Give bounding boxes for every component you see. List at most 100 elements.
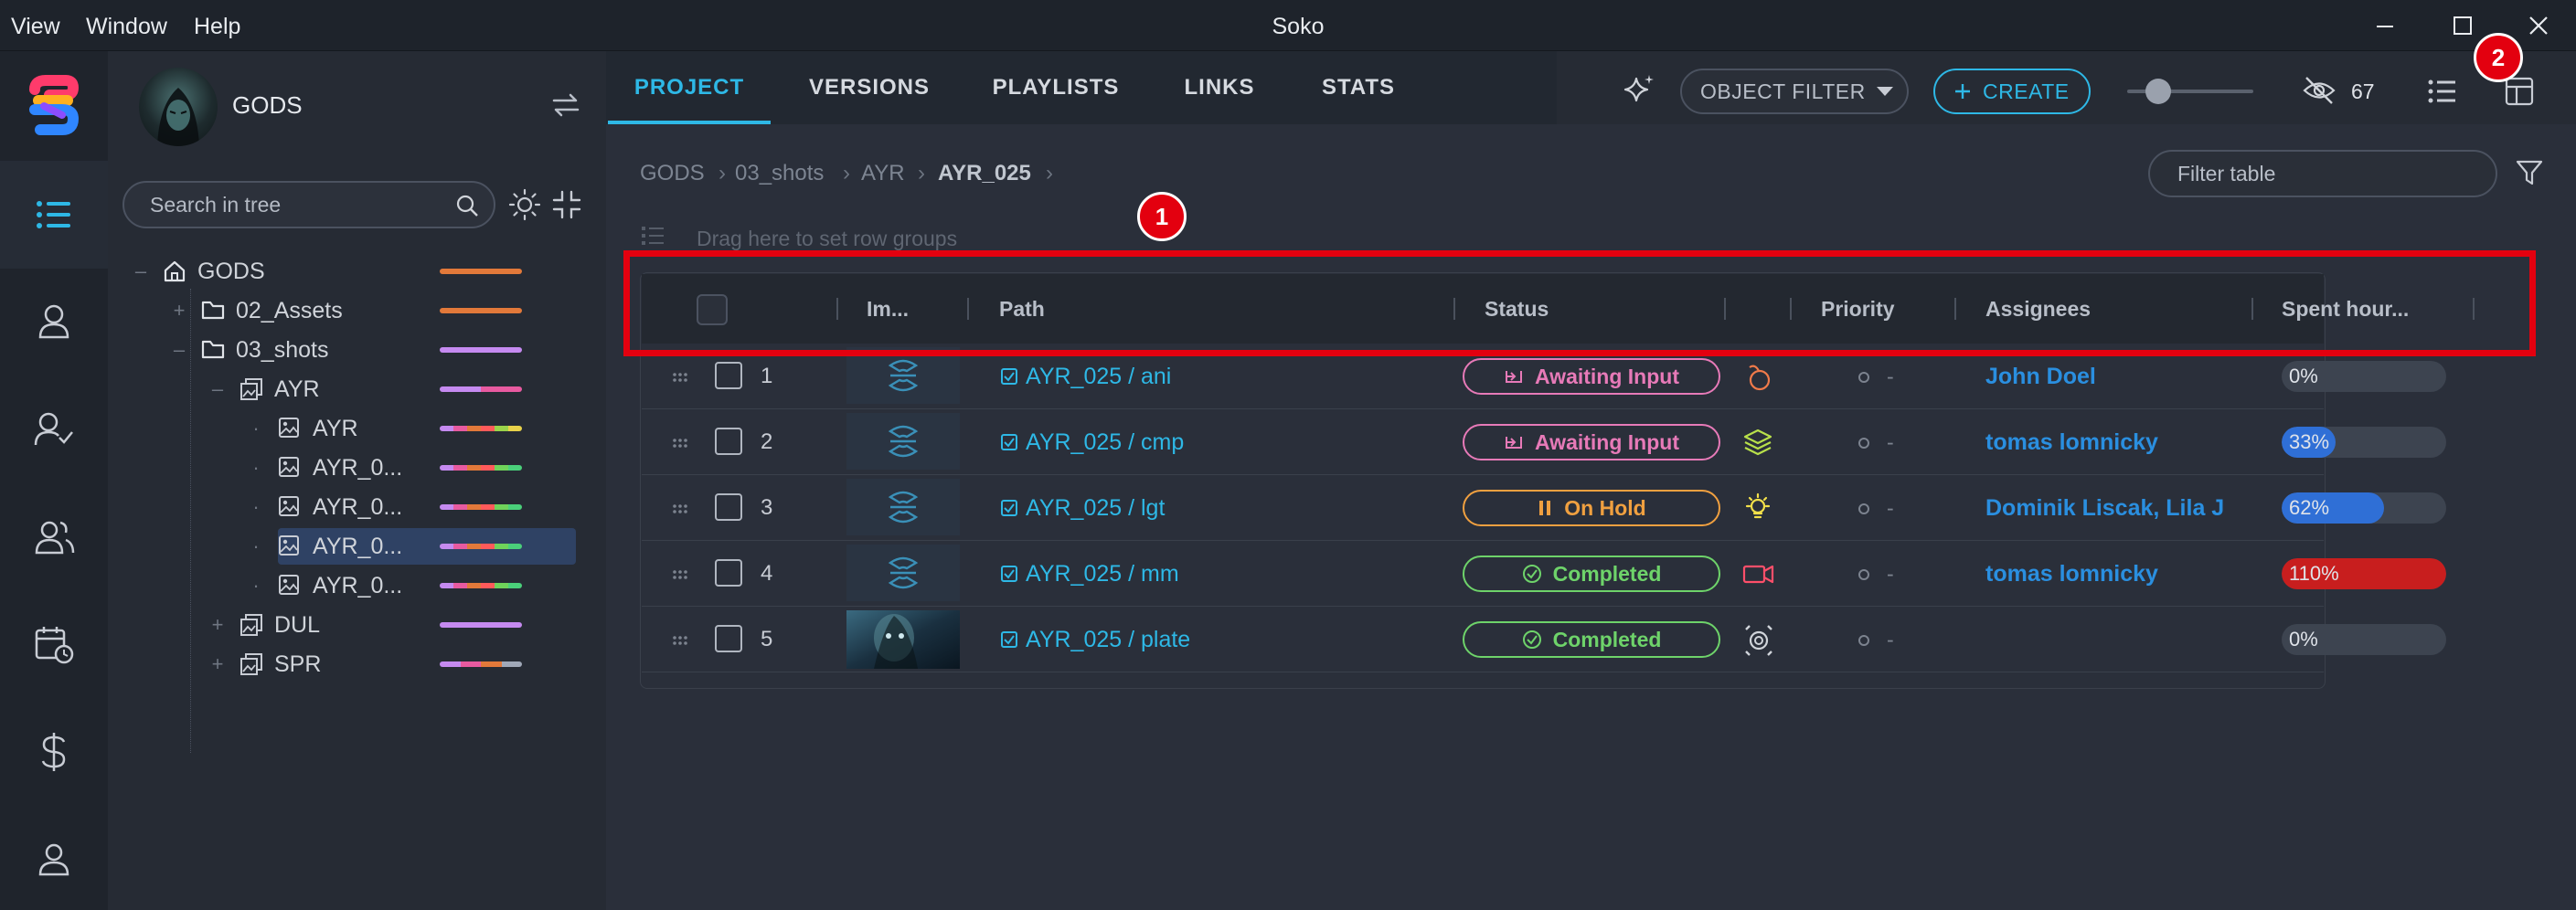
object-filter-dropdown[interactable]: OBJECT FILTER: [1680, 69, 1909, 114]
status-bar-segment: [440, 465, 453, 471]
thumbnail[interactable]: [846, 413, 960, 470]
table-row[interactable]: 3 AYR_025 / lgt On Hold - Dominik Liscak, Li…: [642, 475, 2446, 541]
menu-window[interactable]: Window: [86, 0, 167, 51]
tab-stats[interactable]: STATS: [1305, 51, 1411, 124]
priority-value[interactable]: -: [1887, 475, 1894, 541]
lighting-icon: [1742, 492, 1773, 524]
rail-budget-button[interactable]: [0, 698, 108, 806]
path-link[interactable]: AYR_025 / lgt: [1026, 475, 1165, 541]
tab-project[interactable]: PROJECT: [608, 51, 771, 124]
row-checkbox[interactable]: [715, 362, 742, 389]
title-bar: View Window Help Soko: [0, 0, 2576, 51]
row-groups-dropzone[interactable]: Drag here to set row groups: [697, 223, 957, 254]
status-icon: [1504, 366, 1524, 386]
row-checkbox[interactable]: [715, 559, 742, 587]
filter-table-input[interactable]: Filter table: [2148, 150, 2497, 197]
collapse-toggle[interactable]: –: [208, 371, 227, 407]
rail-calendar-button[interactable]: [0, 590, 108, 698]
collapse-toggle[interactable]: –: [132, 253, 150, 290]
filter-button[interactable]: [2516, 159, 2543, 186]
list-view-button[interactable]: [2428, 79, 2457, 104]
table-row[interactable]: 4 AYR_025 / mm Completed - tomas lomnicky 110…: [642, 541, 2446, 607]
thumbnail[interactable]: [846, 479, 960, 535]
row-checkbox[interactable]: [715, 428, 742, 455]
status-badge[interactable]: Completed: [1463, 556, 1720, 592]
breadcrumb-ayr[interactable]: AYR: [861, 157, 905, 190]
create-button[interactable]: CREATE: [1933, 69, 2091, 114]
status-label: Awaiting Input: [1534, 429, 1679, 454]
path-link[interactable]: AYR_025 / plate: [1026, 607, 1190, 672]
rail-account-button[interactable]: [0, 806, 108, 910]
expand-toggle[interactable]: +: [170, 292, 188, 329]
rail-user-check-button[interactable]: [0, 375, 108, 482]
menu-help[interactable]: Help: [194, 0, 240, 51]
layout-button[interactable]: [2505, 77, 2534, 106]
rail-users-button[interactable]: [0, 482, 108, 590]
breadcrumb-gods[interactable]: GODS: [640, 157, 705, 190]
tree-item[interactable]: + DUL: [108, 607, 606, 643]
tab-versions[interactable]: VERSIONS: [795, 51, 943, 124]
tree-item-label: AYR_0...: [313, 494, 403, 520]
zoom-slider[interactable]: [2127, 79, 2253, 104]
row-checkbox[interactable]: [715, 493, 742, 521]
zoom-slider-handle[interactable]: [2145, 79, 2171, 104]
status-bar-segment: [481, 465, 495, 471]
drag-handle-icon[interactable]: [671, 503, 689, 521]
tree-item[interactable]: · AYR_0...: [108, 567, 606, 604]
tree-item[interactable]: – GODS: [108, 253, 606, 290]
status-badge[interactable]: Awaiting Input: [1463, 424, 1720, 460]
close-window-button[interactable]: [2528, 15, 2549, 37]
assignees[interactable]: tomas lomnicky: [1985, 541, 2158, 607]
hidden-toggle-button[interactable]: [2302, 75, 2336, 106]
tree-item[interactable]: +02_Assets: [108, 292, 606, 329]
tree-item[interactable]: · AYR_0...: [108, 489, 606, 525]
priority-value[interactable]: -: [1887, 409, 1894, 475]
priority-value[interactable]: -: [1887, 607, 1894, 672]
status-badge[interactable]: On Hold: [1463, 490, 1720, 526]
row-checkbox[interactable]: [715, 625, 742, 652]
tree-item-label: AYR: [313, 416, 358, 441]
expand-toggle[interactable]: +: [208, 607, 227, 643]
status-bar-segment: [453, 583, 467, 588]
rail-user-button[interactable]: [0, 267, 108, 375]
path-link[interactable]: AYR_025 / cmp: [1026, 409, 1184, 475]
breadcrumb-ayr-025[interactable]: AYR_025: [938, 157, 1031, 190]
ai-sparkle-button[interactable]: [1623, 73, 1656, 106]
breadcrumb-03-shots[interactable]: 03_shots: [735, 157, 824, 190]
expand-toggle[interactable]: +: [208, 646, 227, 682]
drag-handle-icon[interactable]: [671, 437, 689, 455]
rail-list-button[interactable]: [0, 161, 108, 269]
tree-item-status-bar: [440, 347, 522, 353]
maximize-button[interactable]: [2453, 16, 2473, 36]
status-bar-segment: [467, 426, 481, 431]
table-row[interactable]: 2 AYR_025 / cmp Awaiting Input - tomas lomni…: [642, 409, 2446, 475]
priority-value[interactable]: -: [1887, 541, 1894, 607]
drag-handle-icon[interactable]: [671, 634, 689, 652]
tree-item[interactable]: – 03_shots: [108, 332, 606, 368]
status-badge[interactable]: Completed: [1463, 621, 1720, 658]
drag-handle-icon[interactable]: [671, 371, 689, 389]
tree-item[interactable]: + SPR: [108, 646, 606, 682]
collapse-toggle[interactable]: –: [170, 332, 188, 368]
nav-rail: [0, 51, 108, 910]
minimize-button[interactable]: [2375, 16, 2395, 37]
path-link[interactable]: AYR_025 / mm: [1026, 541, 1179, 607]
menu-view[interactable]: View: [11, 0, 60, 51]
row-number: 5: [761, 627, 773, 651]
thumbnail[interactable]: [846, 610, 960, 669]
thumbnail[interactable]: [846, 545, 960, 601]
drag-handle-icon[interactable]: [671, 568, 689, 587]
tab-links[interactable]: LINKS: [1170, 51, 1269, 124]
tab-playlists[interactable]: PLAYLISTS: [978, 51, 1134, 124]
tree-item[interactable]: · AYR_0...: [108, 528, 606, 565]
assignees[interactable]: tomas lomnicky: [1985, 409, 2158, 475]
status-badge[interactable]: Awaiting Input: [1463, 358, 1720, 395]
tree-item-status-bar: [440, 308, 522, 313]
tree-item[interactable]: · AYR: [108, 410, 606, 447]
tree-list: – GODS +02_Assets –03_shots – AYR · AYR · AYR_0..…: [108, 51, 606, 873]
tree-item[interactable]: – AYR: [108, 371, 606, 407]
tree-item[interactable]: · AYR_0...: [108, 450, 606, 486]
assignees[interactable]: Dominik Liscak, Lila J: [1985, 475, 2224, 541]
table-row[interactable]: 5 AYR_025 / plate Completed - 0%: [642, 607, 2446, 672]
row-number: 2: [761, 429, 773, 454]
